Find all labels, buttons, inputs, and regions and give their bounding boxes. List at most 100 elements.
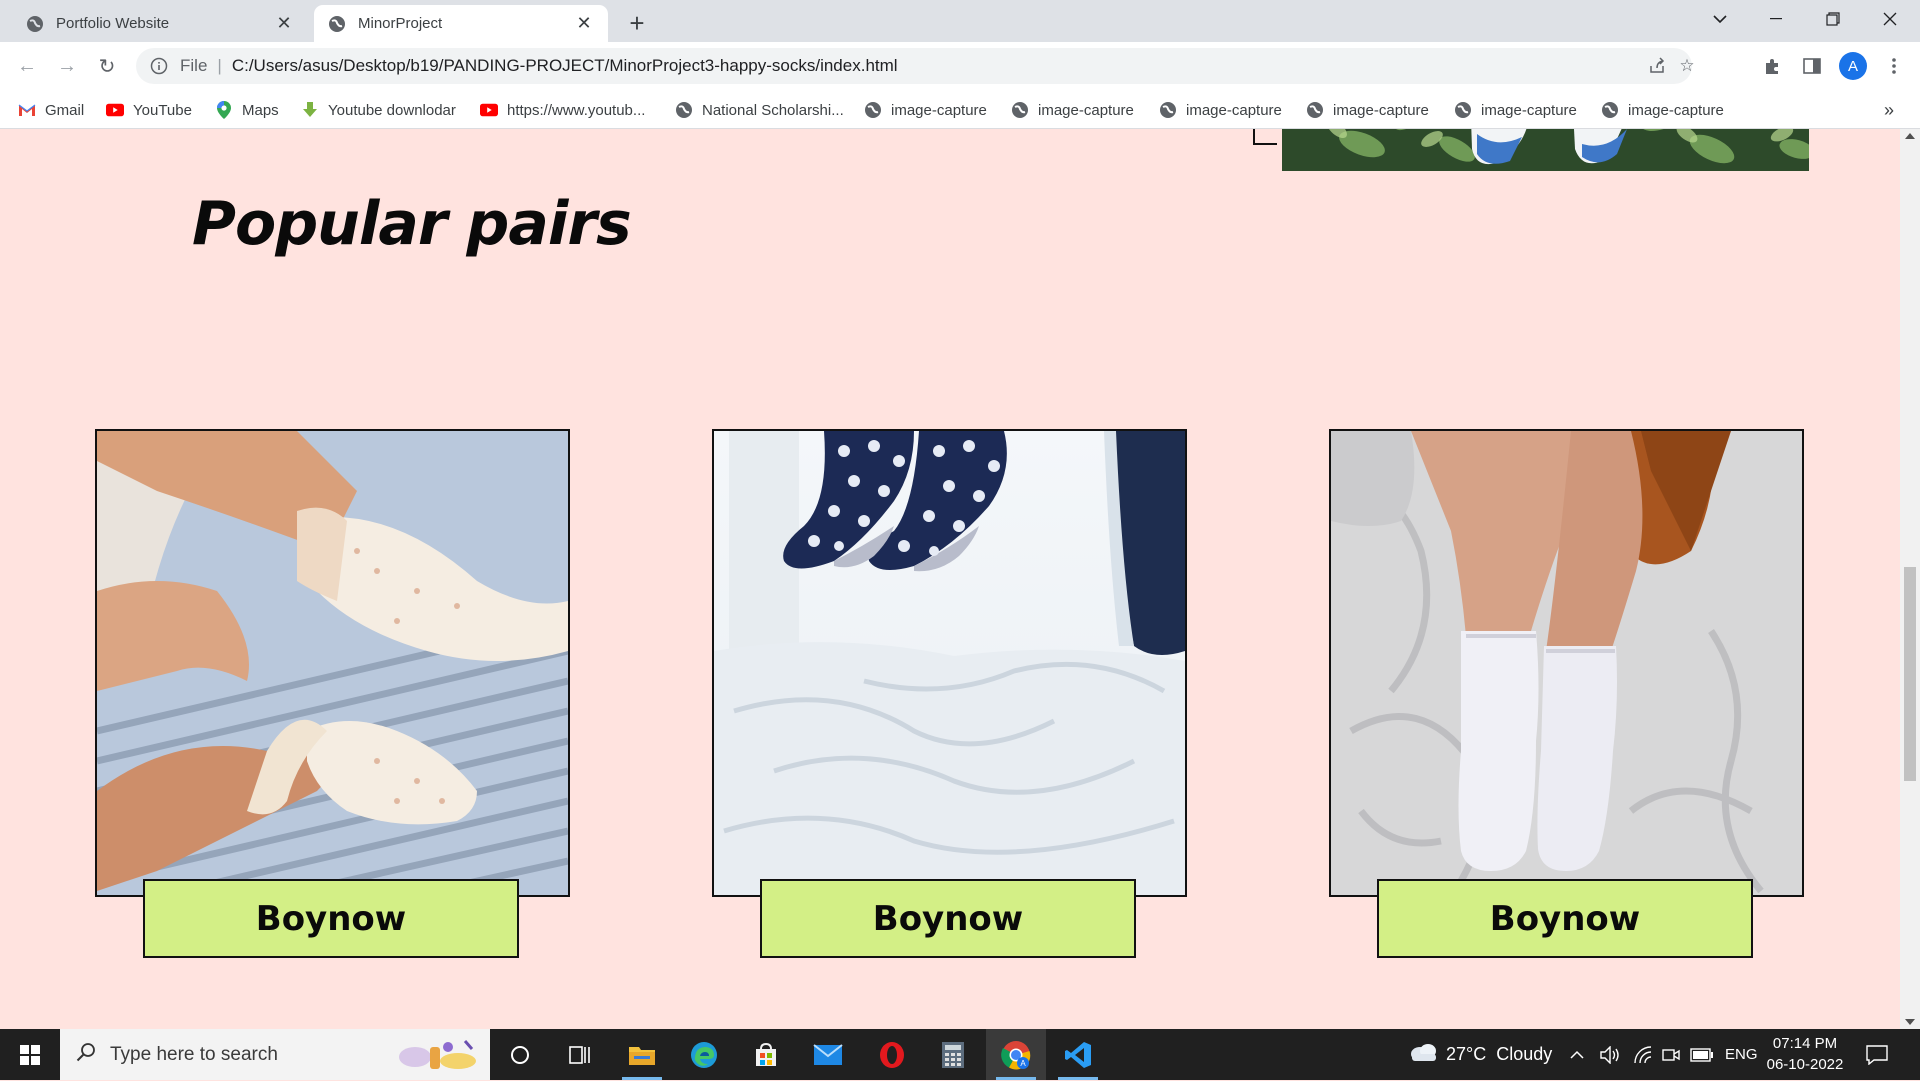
- bookmark-youtube-downlodar[interactable]: Youtube downlodar: [301, 99, 456, 121]
- tab-minorproject[interactable]: MinorProject ✕: [314, 5, 608, 42]
- buy-now-button[interactable]: Boynow: [1377, 879, 1753, 958]
- edge-browser-icon[interactable]: [674, 1029, 734, 1080]
- bookmark-label: Gmail: [45, 101, 85, 119]
- notifications-icon[interactable]: [1866, 1029, 1888, 1080]
- buy-now-button[interactable]: Boynow: [760, 879, 1136, 958]
- weather-widget[interactable]: 27°C Cloudy: [1408, 1029, 1552, 1080]
- bookmark-gmail[interactable]: Gmail: [18, 99, 84, 121]
- taskbar-search-box[interactable]: Type here to search: [60, 1029, 490, 1080]
- bookmarks-bar: Gmail YouTube Maps Youtube downlodar htt…: [0, 89, 1920, 129]
- side-panel-icon[interactable]: [1798, 52, 1826, 80]
- opera-browser-icon[interactable]: [862, 1029, 922, 1080]
- bookmark-national-scholarship[interactable]: National Scholarshi...: [675, 99, 844, 121]
- hero-socks-photo: [1282, 129, 1809, 171]
- back-arrow-icon[interactable]: ←: [13, 52, 41, 80]
- task-view-icon[interactable]: [550, 1029, 610, 1080]
- bookmark-label: image-capture: [1333, 101, 1429, 119]
- close-tab-icon[interactable]: ✕: [572, 12, 596, 36]
- globe-icon: [1159, 101, 1177, 119]
- globe-icon: [1306, 101, 1324, 119]
- weather-text: 27°C Cloudy: [1446, 1044, 1553, 1064]
- scroll-up-arrow-icon[interactable]: [1905, 133, 1915, 139]
- bookmark-maps[interactable]: Maps: [215, 99, 279, 121]
- page-scrollbar[interactable]: [1900, 129, 1920, 1029]
- globe-icon: [675, 101, 693, 119]
- bookmark-label: Youtube downlodar: [328, 101, 456, 119]
- close-window-icon[interactable]: [1862, 0, 1918, 38]
- forward-arrow-icon[interactable]: →: [53, 52, 81, 80]
- taskbar-clock[interactable]: 07:14 PM 06-10-2022: [1760, 1033, 1850, 1075]
- profile-avatar[interactable]: A: [1839, 52, 1867, 80]
- bookmarks-overflow-chevron[interactable]: »: [1884, 99, 1894, 121]
- product-card: Boynow: [1329, 429, 1804, 958]
- tab-title: Portfolio Website: [56, 15, 170, 32]
- share-icon[interactable]: [1642, 48, 1672, 84]
- mail-icon[interactable]: [798, 1029, 858, 1080]
- input-language-indicator[interactable]: ENG: [1725, 1029, 1758, 1080]
- file-explorer-icon[interactable]: [612, 1029, 672, 1080]
- tab-portfolio-website[interactable]: Portfolio Website ✕: [12, 5, 308, 42]
- clock-date: 06-10-2022: [1766, 1056, 1844, 1073]
- microsoft-store-icon[interactable]: [736, 1029, 796, 1080]
- bookmark-image-capture[interactable]: image-capture: [1306, 99, 1429, 121]
- show-hidden-icons-chevron-icon[interactable]: [1570, 1029, 1584, 1080]
- bookmark-youtube-link[interactable]: https://www.youtub...: [480, 99, 645, 121]
- bookmark-image-capture[interactable]: image-capture: [1011, 99, 1134, 121]
- globe-icon: [864, 101, 882, 119]
- youtube-icon: [480, 101, 498, 119]
- restore-window-icon[interactable]: [1805, 0, 1861, 38]
- kebab-menu-icon[interactable]: [1880, 52, 1908, 80]
- scrollbar-thumb[interactable]: [1904, 567, 1916, 781]
- svg-text:A: A: [1020, 1059, 1026, 1068]
- address-bar[interactable]: File | C:/Users/asus/Desktop/b19/PANDING…: [136, 48, 1695, 84]
- reload-icon[interactable]: ↻: [93, 52, 121, 80]
- new-tab-button[interactable]: +: [622, 8, 652, 38]
- bookmark-label: image-capture: [1481, 101, 1577, 119]
- chrome-browser-icon[interactable]: A: [986, 1029, 1046, 1080]
- buy-now-button[interactable]: Boynow: [143, 879, 519, 958]
- bookmark-label: https://www.youtub...: [507, 101, 646, 119]
- bookmark-label: image-capture: [1186, 101, 1282, 119]
- close-tab-icon[interactable]: ✕: [272, 12, 296, 36]
- wifi-icon[interactable]: [1633, 1029, 1653, 1080]
- bookmark-youtube[interactable]: YouTube: [106, 99, 192, 121]
- cloudy-weather-icon: [1408, 1041, 1438, 1068]
- maps-icon: [215, 101, 233, 119]
- bookmark-image-capture[interactable]: image-capture: [864, 99, 987, 121]
- search-highlight-illustration-icon: [390, 1035, 480, 1081]
- clock-time: 07:14 PM: [1772, 1035, 1838, 1052]
- info-icon[interactable]: [150, 57, 168, 75]
- ruffled-lace-socks-photo: [95, 429, 570, 897]
- search-icon: [76, 1042, 96, 1068]
- globe-icon: [1454, 101, 1472, 119]
- globe-icon: [328, 15, 346, 33]
- extensions-puzzle-icon[interactable]: [1758, 52, 1786, 80]
- windows-taskbar: Type here to search A 27°C Cloudy ENG 07…: [0, 1029, 1920, 1080]
- volume-icon[interactable]: [1600, 1029, 1622, 1080]
- browser-toolbar: ← → ↻ File | C:/Users/asus/Desktop/b19/P…: [0, 42, 1920, 89]
- browser-tab-strip: Portfolio Website ✕ MinorProject ✕ +: [0, 0, 1920, 42]
- tab-title: MinorProject: [358, 15, 443, 32]
- meet-now-icon[interactable]: [1662, 1029, 1680, 1080]
- bookmark-image-capture[interactable]: image-capture: [1601, 99, 1724, 121]
- bookmark-image-capture[interactable]: image-capture: [1159, 99, 1282, 121]
- bookmark-label: image-capture: [891, 101, 987, 119]
- tab-search-chevron-icon[interactable]: [1692, 0, 1748, 38]
- minimize-window-icon[interactable]: [1748, 0, 1804, 38]
- section-title: Popular pairs: [192, 189, 632, 259]
- search-placeholder: Type here to search: [110, 1043, 278, 1065]
- windows-start-icon[interactable]: [0, 1029, 60, 1080]
- bookmark-image-capture[interactable]: image-capture: [1454, 99, 1577, 121]
- cortana-icon[interactable]: [490, 1029, 550, 1080]
- url-separator: |: [217, 56, 222, 75]
- product-card: Boynow: [712, 429, 1187, 958]
- bookmark-star-icon[interactable]: ☆: [1672, 48, 1702, 84]
- calculator-icon[interactable]: [923, 1029, 983, 1080]
- battery-icon[interactable]: [1690, 1029, 1714, 1080]
- scroll-down-arrow-icon[interactable]: [1905, 1019, 1915, 1025]
- bookmark-label: National Scholarshi...: [702, 101, 844, 119]
- vscode-icon[interactable]: [1048, 1029, 1108, 1080]
- url-text[interactable]: C:/Users/asus/Desktop/b19/PANDING-PROJEC…: [232, 56, 898, 76]
- youtube-icon: [106, 101, 124, 119]
- bookmark-label: image-capture: [1038, 101, 1134, 119]
